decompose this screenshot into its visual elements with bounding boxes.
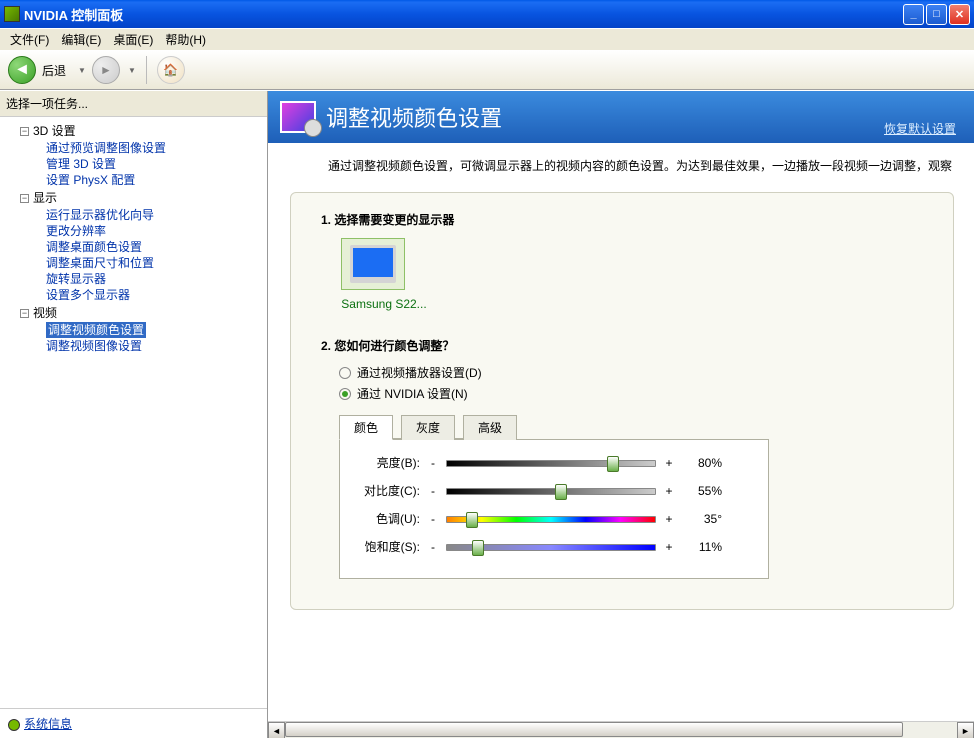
tree-item[interactable]: 调整桌面尺寸和位置 xyxy=(0,255,267,271)
increase-button[interactable]: + xyxy=(664,512,674,526)
titlebar: NVIDIA 控制面板 _ □ ✕ xyxy=(0,0,974,28)
menu-desktop[interactable]: 桌面(E) xyxy=(107,29,159,50)
increase-button[interactable]: + xyxy=(664,540,674,554)
tab-advanced[interactable]: 高级 xyxy=(463,415,517,440)
banner-icon xyxy=(280,101,316,133)
tree-item[interactable]: 调整视频图像设置 xyxy=(0,338,267,354)
info-icon xyxy=(8,719,20,731)
tab-color[interactable]: 颜色 xyxy=(339,415,393,440)
home-button[interactable]: 🏠 xyxy=(157,56,185,84)
tree-item[interactable]: 运行显示器优化向导 xyxy=(0,207,267,223)
slider-value: 11% xyxy=(682,540,722,554)
tree-item[interactable]: 更改分辨率 xyxy=(0,223,267,239)
radio-icon[interactable] xyxy=(339,367,351,379)
scroll-right-button[interactable]: ► xyxy=(957,722,974,738)
separator xyxy=(146,56,147,84)
slider-track[interactable] xyxy=(446,460,656,467)
slider-label: 亮度(B): xyxy=(360,457,420,470)
radio-player-settings[interactable]: 通过视频播放器设置(D) xyxy=(339,364,923,381)
slider-track[interactable] xyxy=(446,544,656,551)
tree-item[interactable]: 设置 PhysX 配置 xyxy=(0,172,267,188)
slider-track[interactable] xyxy=(446,488,656,495)
page-title: 调整视频颜色设置 xyxy=(326,101,502,133)
radio-label: 通过 NVIDIA 设置(N) xyxy=(357,385,468,402)
maximize-button[interactable]: □ xyxy=(926,4,947,25)
menubar: 文件(F) 编辑(E) 桌面(E) 帮助(H) xyxy=(0,28,974,50)
section-1-heading: 1. 选择需要变更的显示器 xyxy=(321,211,923,228)
radio-nvidia-settings[interactable]: 通过 NVIDIA 设置(N) xyxy=(339,385,923,402)
decrease-button[interactable]: - xyxy=(428,484,438,498)
slider-value: 35° xyxy=(682,512,722,526)
forward-button[interactable]: ► xyxy=(92,56,120,84)
task-label: 选择一项任务... xyxy=(0,91,267,117)
tree-group-3d[interactable]: −3D 设置 xyxy=(0,121,267,140)
radio-label: 通过视频播放器设置(D) xyxy=(357,364,482,381)
monitor-icon xyxy=(350,245,396,283)
tree-group-video[interactable]: −视频 xyxy=(0,303,267,322)
slider-track[interactable] xyxy=(446,516,656,523)
monitor-label: Samsung S22... xyxy=(341,297,427,311)
restore-defaults-link[interactable]: 恢复默认设置 xyxy=(884,120,956,137)
nvidia-icon xyxy=(4,6,20,22)
back-button[interactable]: ◄ xyxy=(8,56,36,84)
slider-hue: 色调(U): - + 35° xyxy=(360,512,748,526)
decrease-button[interactable]: - xyxy=(428,512,438,526)
settings-panel: 1. 选择需要变更的显示器 Samsung S22... 2. 您如何进行颜色调… xyxy=(290,192,954,610)
tabs: 颜色 灰度 高级 亮度(B): - + 80% 对比度(C): xyxy=(339,414,923,579)
menu-help[interactable]: 帮助(H) xyxy=(159,29,212,50)
window-title: NVIDIA 控制面板 xyxy=(24,5,903,24)
tree-item[interactable]: 通过预览调整图像设置 xyxy=(0,140,267,156)
forward-dropdown[interactable]: ▼ xyxy=(128,66,136,75)
toolbar: ◄ 后退 ▼ ► ▼ 🏠 xyxy=(0,50,974,90)
content: 调整视频颜色设置 恢复默认设置 通过调整视频颜色设置，可微调显示器上的视频内容的… xyxy=(268,91,974,738)
menu-file[interactable]: 文件(F) xyxy=(4,29,55,50)
slider-label: 色调(U): xyxy=(360,513,420,526)
back-label: 后退 xyxy=(42,62,66,79)
slider-thumb[interactable] xyxy=(607,456,619,472)
back-dropdown[interactable]: ▼ xyxy=(78,66,86,75)
system-info-link[interactable]: 系统信息 xyxy=(24,717,72,731)
tree-item[interactable]: 设置多个显示器 xyxy=(0,287,267,303)
scroll-thumb[interactable] xyxy=(285,722,903,737)
nav-tree: −3D 设置 通过预览调整图像设置 管理 3D 设置 设置 PhysX 配置 −… xyxy=(0,117,267,708)
decrease-button[interactable]: - xyxy=(428,456,438,470)
system-info: 系统信息 xyxy=(0,708,267,738)
slider-label: 对比度(C): xyxy=(360,485,420,498)
tree-item-selected[interactable]: 调整视频颜色设置 xyxy=(0,322,267,338)
minimize-button[interactable]: _ xyxy=(903,4,924,25)
slider-thumb[interactable] xyxy=(466,512,478,528)
increase-button[interactable]: + xyxy=(664,484,674,498)
tree-item[interactable]: 旋转显示器 xyxy=(0,271,267,287)
slider-brightness: 亮度(B): - + 80% xyxy=(360,456,748,470)
slider-thumb[interactable] xyxy=(472,540,484,556)
close-button[interactable]: ✕ xyxy=(949,4,970,25)
increase-button[interactable]: + xyxy=(664,456,674,470)
slider-contrast: 对比度(C): - + 55% xyxy=(360,484,748,498)
sidebar: 选择一项任务... −3D 设置 通过预览调整图像设置 管理 3D 设置 设置 … xyxy=(0,91,268,738)
tab-gamma[interactable]: 灰度 xyxy=(401,415,455,440)
slider-thumb[interactable] xyxy=(555,484,567,500)
slider-label: 饱和度(S): xyxy=(360,541,420,554)
description: 通过调整视频颜色设置，可微调显示器上的视频内容的颜色设置。为达到最佳效果，一边播… xyxy=(268,143,974,184)
tab-body: 亮度(B): - + 80% 对比度(C): - + 55% 色 xyxy=(339,439,769,579)
section-2-heading: 2. 您如何进行颜色调整？ xyxy=(321,337,923,354)
banner: 调整视频颜色设置 恢复默认设置 xyxy=(268,91,974,143)
tree-item[interactable]: 管理 3D 设置 xyxy=(0,156,267,172)
scroll-track[interactable] xyxy=(285,722,957,738)
slider-value: 55% xyxy=(682,484,722,498)
decrease-button[interactable]: - xyxy=(428,540,438,554)
tree-item[interactable]: 调整桌面颜色设置 xyxy=(0,239,267,255)
slider-saturation: 饱和度(S): - + 11% xyxy=(360,540,748,554)
tree-group-display[interactable]: −显示 xyxy=(0,188,267,207)
scroll-left-button[interactable]: ◄ xyxy=(268,722,285,738)
radio-icon[interactable] xyxy=(339,388,351,400)
slider-value: 80% xyxy=(682,456,722,470)
monitor-selector[interactable] xyxy=(341,238,405,290)
menu-edit[interactable]: 编辑(E) xyxy=(55,29,107,50)
horizontal-scrollbar[interactable]: ◄ ► xyxy=(268,721,974,738)
